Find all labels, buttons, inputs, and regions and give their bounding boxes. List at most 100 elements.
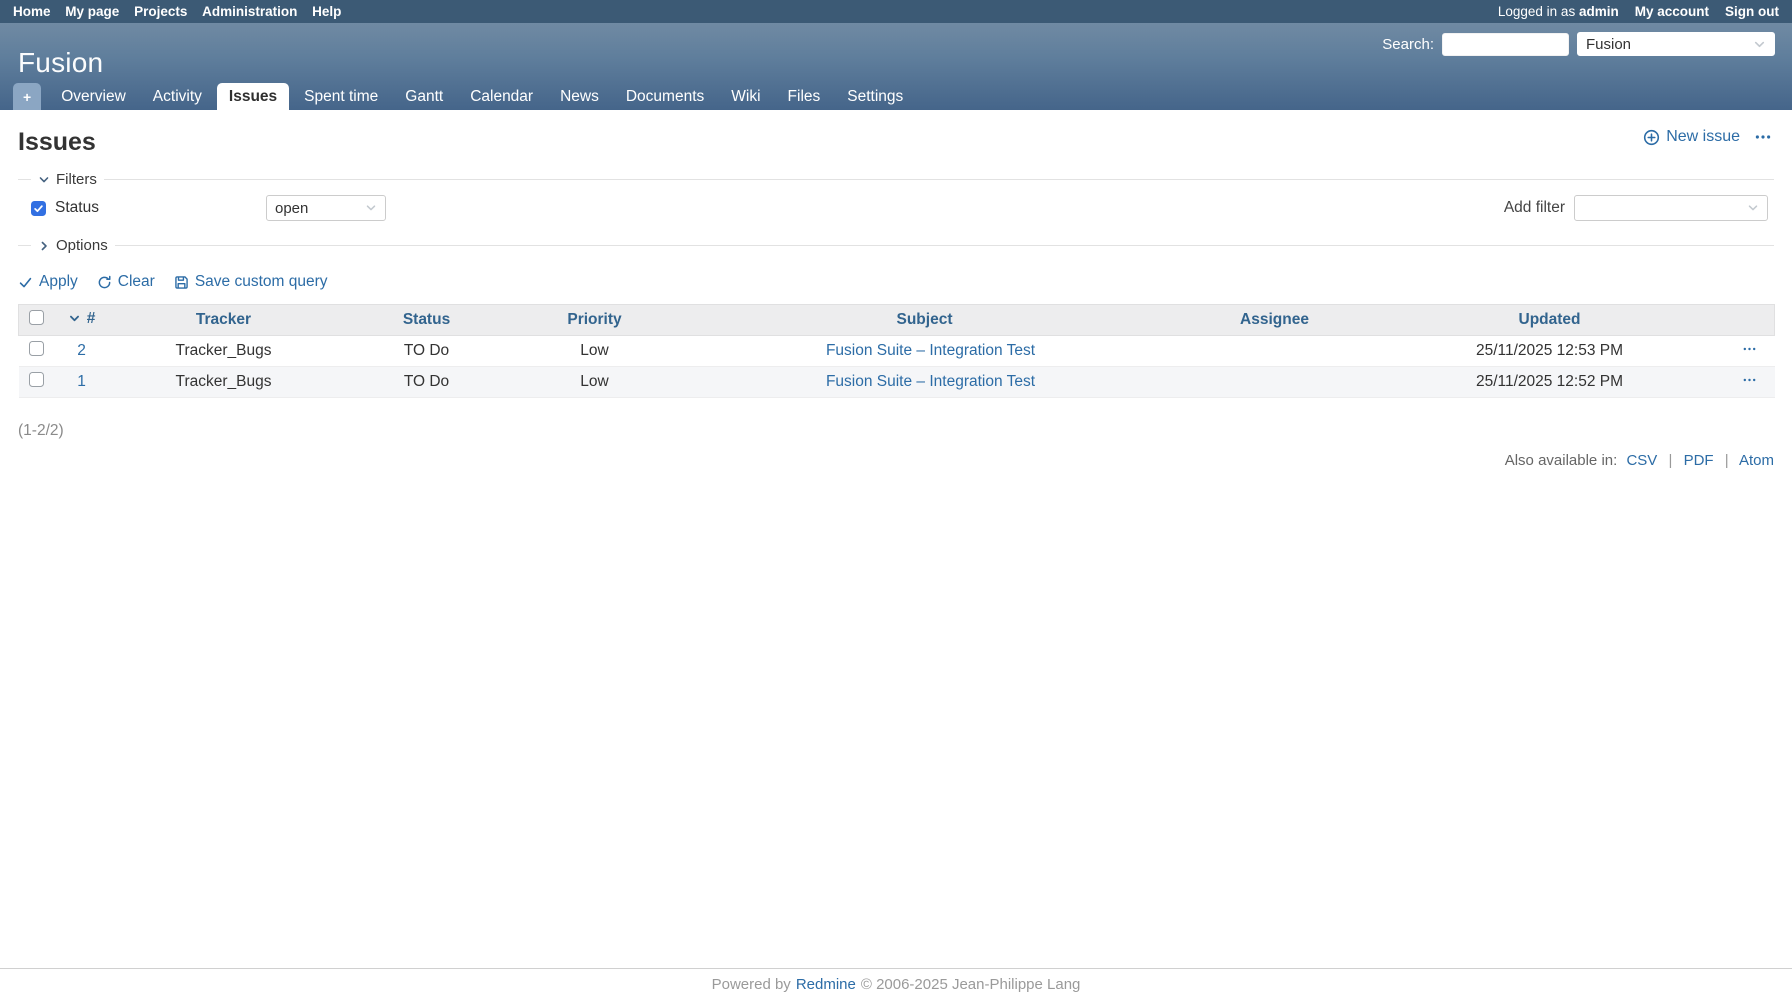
separator: | xyxy=(1668,452,1672,469)
add-filter-label: Add filter xyxy=(1504,199,1565,217)
issue-subject-cell: Fusion Suite – Integration Test xyxy=(675,367,1175,398)
column-header-subject[interactable]: Subject xyxy=(675,305,1175,336)
tab-spent-time[interactable]: Spent time xyxy=(292,83,390,110)
issue-id-cell: 2 xyxy=(55,336,109,367)
project-jump-value: Fusion xyxy=(1586,36,1631,53)
issue-id-link[interactable]: 1 xyxy=(77,373,86,390)
chevron-down-icon xyxy=(1747,202,1759,214)
new-issue-label: New issue xyxy=(1666,128,1740,146)
column-header-id[interactable]: # xyxy=(55,305,109,336)
search-label: Search: xyxy=(1382,36,1434,53)
column-header-id-label: # xyxy=(87,310,96,328)
issue-id-cell: 1 xyxy=(55,367,109,398)
issues-table: # Tracker Status Priority Subject Assign… xyxy=(18,304,1775,398)
tab-news[interactable]: News xyxy=(548,83,611,110)
issue-tracker-cell: Tracker_Bugs xyxy=(109,367,339,398)
export-csv-link[interactable]: CSV xyxy=(1626,452,1657,469)
project-jump-select[interactable]: Fusion xyxy=(1577,32,1775,56)
save-custom-query-button[interactable]: Save custom query xyxy=(174,273,328,291)
issue-subject-link[interactable]: Fusion Suite – Integration Test xyxy=(826,342,1035,359)
filters-fieldset: Filters Status open Add filter xyxy=(18,171,1774,228)
pagination-info: (1-2/2) xyxy=(18,422,1774,440)
sort-desc-icon xyxy=(68,312,81,325)
top-menu-home[interactable]: Home xyxy=(13,4,51,19)
column-header-tracker[interactable]: Tracker xyxy=(109,305,339,336)
account-menu: Logged in as admin My account Sign out xyxy=(1498,4,1779,19)
powered-by-text: Powered by xyxy=(712,976,791,993)
top-menu: Home My page Projects Administration Hel… xyxy=(0,0,1792,23)
main-menu-tabs: + Overview Activity Issues Spent time Ga… xyxy=(13,83,915,110)
export-pdf-link[interactable]: PDF xyxy=(1684,452,1714,469)
tab-overview[interactable]: Overview xyxy=(49,83,138,110)
contextual-actions: New issue xyxy=(1643,128,1772,146)
issue-actions-cell xyxy=(1725,367,1775,398)
options-fieldset: Options xyxy=(18,237,1774,256)
header: Fusion Search: Fusion + Overview Activit… xyxy=(0,23,1792,110)
top-menu-my-page[interactable]: My page xyxy=(65,4,119,19)
issue-priority-cell: Low xyxy=(515,336,675,367)
more-actions-button[interactable] xyxy=(1754,130,1772,144)
logged-in-username: admin xyxy=(1579,4,1619,19)
tab-gantt[interactable]: Gantt xyxy=(393,83,455,110)
top-menu-administration[interactable]: Administration xyxy=(202,4,297,19)
clear-button[interactable]: Clear xyxy=(97,273,155,291)
issue-subject-cell: Fusion Suite – Integration Test xyxy=(675,336,1175,367)
status-filter-label: Status xyxy=(55,199,99,217)
status-filter-checkbox[interactable] xyxy=(31,201,46,216)
apply-label: Apply xyxy=(39,273,78,291)
status-operator-select[interactable]: open xyxy=(266,195,386,221)
top-menu-help[interactable]: Help xyxy=(312,4,341,19)
new-issue-button[interactable]: New issue xyxy=(1643,128,1740,146)
row-select-cell xyxy=(19,336,55,367)
filters-legend-label: Filters xyxy=(56,171,97,188)
search-input[interactable] xyxy=(1442,33,1569,56)
options-legend-label: Options xyxy=(56,237,108,254)
status-operator-value: open xyxy=(275,200,308,217)
column-header-priority[interactable]: Priority xyxy=(515,305,675,336)
tab-documents[interactable]: Documents xyxy=(614,83,716,110)
apply-button[interactable]: Apply xyxy=(18,273,78,291)
tab-files[interactable]: Files xyxy=(776,83,833,110)
issue-id-link[interactable]: 2 xyxy=(77,342,86,359)
tab-calendar[interactable]: Calendar xyxy=(458,83,545,110)
column-header-status[interactable]: Status xyxy=(339,305,515,336)
add-filter-select[interactable] xyxy=(1574,195,1768,221)
add-filter: Add filter xyxy=(1504,195,1768,221)
row-actions-button[interactable] xyxy=(1742,374,1757,386)
quick-search: Search: Fusion xyxy=(1382,32,1775,56)
issue-assignee-cell xyxy=(1175,367,1375,398)
select-all-checkbox[interactable] xyxy=(29,310,44,325)
column-header-updated[interactable]: Updated xyxy=(1375,305,1725,336)
row-checkbox[interactable] xyxy=(29,372,44,387)
issue-subject-link[interactable]: Fusion Suite – Integration Test xyxy=(826,373,1035,390)
tab-settings[interactable]: Settings xyxy=(835,83,915,110)
options-legend-toggle[interactable]: Options xyxy=(31,237,115,254)
tab-activity[interactable]: Activity xyxy=(141,83,214,110)
export-atom-link[interactable]: Atom xyxy=(1739,452,1774,469)
row-checkbox[interactable] xyxy=(29,341,44,356)
header-select-cell xyxy=(19,305,55,336)
clear-label: Clear xyxy=(118,273,155,291)
top-menu-projects[interactable]: Projects xyxy=(134,4,187,19)
new-tab-plus-button[interactable]: + xyxy=(13,83,41,110)
issue-status-cell: TO Do xyxy=(339,336,515,367)
export-formats: Also available in: CSV | PDF | Atom xyxy=(18,452,1774,469)
tab-wiki[interactable]: Wiki xyxy=(719,83,772,110)
issue-updated-cell: 25/11/2025 12:53 PM xyxy=(1375,336,1725,367)
save-icon xyxy=(174,275,189,290)
sign-out-link[interactable]: Sign out xyxy=(1725,4,1779,19)
page-title: Issues xyxy=(18,128,1774,157)
tab-issues[interactable]: Issues xyxy=(217,83,289,110)
filters-legend-toggle[interactable]: Filters xyxy=(31,171,104,188)
issue-row: 2 Tracker_Bugs TO Do Low Fusion Suite – … xyxy=(19,336,1775,367)
column-header-assignee[interactable]: Assignee xyxy=(1175,305,1375,336)
query-buttons: Apply Clear Save custom query xyxy=(18,273,1774,291)
separator: | xyxy=(1725,452,1729,469)
issue-tracker-cell: Tracker_Bugs xyxy=(109,336,339,367)
column-header-actions xyxy=(1725,305,1775,336)
my-account-link[interactable]: My account xyxy=(1635,4,1709,19)
redmine-link[interactable]: Redmine xyxy=(796,976,856,993)
status-filter: Status xyxy=(31,199,99,217)
check-icon xyxy=(18,275,33,290)
row-actions-button[interactable] xyxy=(1742,343,1757,355)
